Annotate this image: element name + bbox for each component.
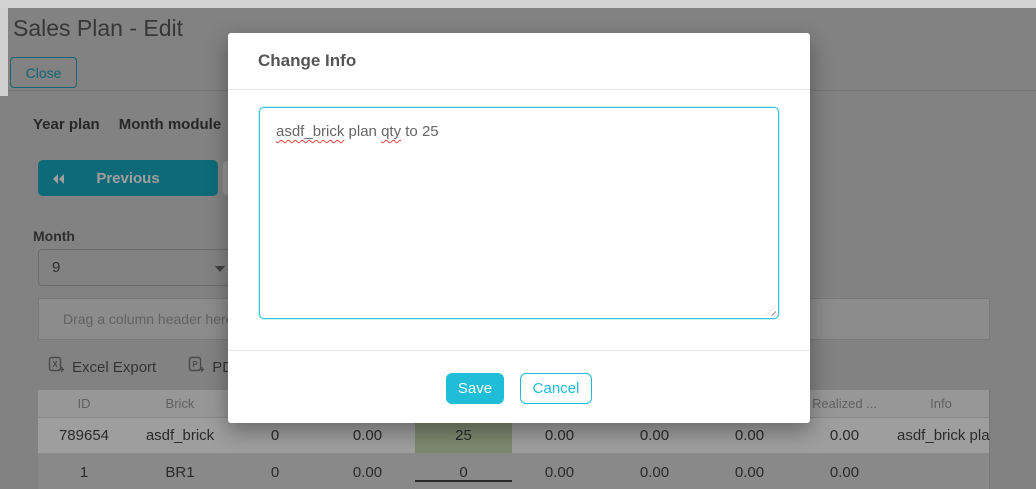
dialog-title: Change Info: [258, 51, 356, 71]
resize-grip-icon[interactable]: [765, 305, 776, 316]
change-info-dialog: Change Info asdf_brick plan qty to 25 Sa…: [228, 33, 810, 423]
dialog-footer: Save Cancel: [228, 350, 810, 423]
textarea-text: to 25: [401, 123, 439, 140]
info-textarea[interactable]: asdf_brick plan qty to 25: [259, 107, 779, 319]
sales-plan-page: Sales Plan - Edit Close Year plan Month …: [0, 0, 1036, 489]
dialog-header: Change Info: [228, 33, 810, 90]
cancel-button[interactable]: Cancel: [520, 373, 592, 404]
textarea-text-misspelled: qty: [381, 123, 401, 140]
textarea-text-misspelled: asdf_brick: [276, 123, 344, 140]
textarea-text: plan: [344, 123, 381, 140]
page-left-margin: [0, 8, 8, 96]
save-button[interactable]: Save: [446, 373, 504, 404]
